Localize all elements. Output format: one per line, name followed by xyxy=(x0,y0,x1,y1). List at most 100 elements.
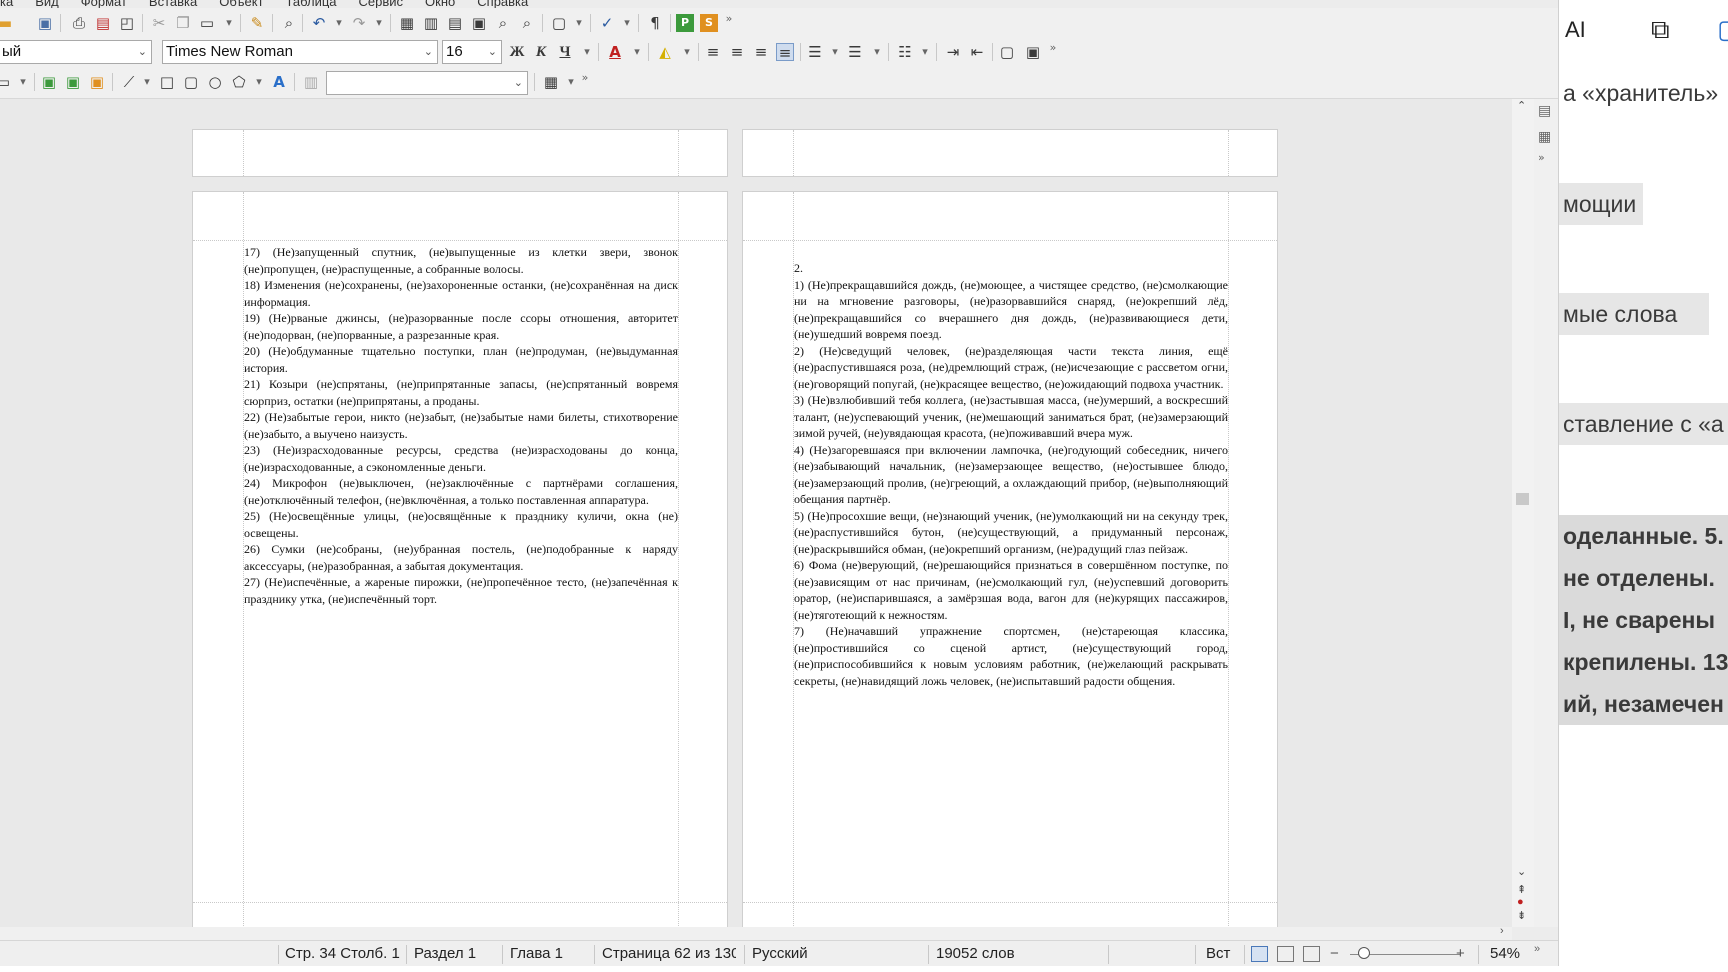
scroll-up-icon[interactable]: ⌃ xyxy=(1517,99,1526,112)
outline-list-icon[interactable]: ☷ xyxy=(896,43,914,61)
line-icon[interactable]: ⟋ xyxy=(120,73,138,91)
table-borders-icon[interactable]: ▦ xyxy=(542,73,560,91)
zoom-out-icon[interactable]: − xyxy=(1330,945,1339,962)
page-left-text[interactable]: 17) (Не)запущенный спутник, (не)выпущенн… xyxy=(244,244,678,607)
export-pdf-icon[interactable]: ▤ xyxy=(94,14,112,32)
formatting-marks-icon[interactable]: ¶ xyxy=(646,14,664,32)
spellcheck-dropdown-icon[interactable]: ▾ xyxy=(622,14,632,32)
numbered-list-icon[interactable]: ☰ xyxy=(846,43,864,61)
navigator-icon[interactable]: ⌕ xyxy=(494,14,512,32)
shapes-dropdown-icon[interactable]: ▾ xyxy=(254,73,264,91)
toolbar-overflow-icon[interactable]: » xyxy=(580,69,590,87)
open-folder-icon[interactable]: ▬ xyxy=(0,14,14,32)
extension-p-icon[interactable]: P xyxy=(676,14,694,32)
rounded-rectangle-icon[interactable]: ▢ xyxy=(182,73,200,91)
frame-green-icon[interactable]: ▣ xyxy=(40,73,58,91)
horizontal-scrollbar[interactable]: › xyxy=(0,925,1512,940)
font-color-button[interactable]: A xyxy=(606,43,624,61)
redo-dropdown-icon[interactable]: ▾ xyxy=(374,14,384,32)
outline-list-dropdown-icon[interactable]: ▾ xyxy=(920,43,930,61)
increase-indent-icon[interactable]: ⇥ xyxy=(944,43,962,61)
zoom-in-icon[interactable]: + xyxy=(1456,945,1465,962)
underline-button[interactable]: Ч xyxy=(556,43,574,61)
page-indicator[interactable]: Страница 62 из 130 xyxy=(602,945,736,962)
paste-dropdown-icon[interactable]: ▾ xyxy=(224,14,234,32)
page-left[interactable]: 17) (Не)запущенный спутник, (не)выпущенн… xyxy=(192,191,728,927)
print-icon[interactable]: ⎙ xyxy=(70,14,88,32)
document-workspace[interactable]: 17) (Не)запущенный спутник, (не)выпущенн… xyxy=(0,99,1512,927)
numbered-list-dropdown-icon[interactable]: ▾ xyxy=(872,43,882,61)
ellipse-icon[interactable]: ○ xyxy=(206,73,224,91)
cut-icon[interactable]: ✂ xyxy=(150,14,168,32)
save-icon[interactable]: ▣ xyxy=(36,14,54,32)
zoom-percentage[interactable]: 54% xyxy=(1490,945,1520,962)
paragraph-style-select[interactable]: ый ⌄ xyxy=(0,40,152,64)
ai-label[interactable]: AI xyxy=(1565,17,1586,43)
previous-page-icon[interactable]: ⇞ xyxy=(1517,883,1526,896)
insert-field-dropdown-icon[interactable]: ▾ xyxy=(574,14,584,32)
page-right[interactable]: 2. 1) (Не)прекращавшийся дождь, (не)моющ… xyxy=(742,191,1278,927)
toolbar-overflow-icon[interactable]: » xyxy=(1048,39,1058,57)
find-icon[interactable]: ⌕ xyxy=(280,14,298,32)
bullet-list-icon[interactable]: ☰ xyxy=(806,43,824,61)
scrollbar-thumb[interactable] xyxy=(1516,493,1529,505)
font-color-dropdown-icon[interactable]: ▾ xyxy=(632,43,642,61)
undo-dropdown-icon[interactable]: ▾ xyxy=(334,14,344,32)
language-indicator[interactable]: Русский xyxy=(752,945,808,962)
paragraph-format-icon[interactable]: ▣ xyxy=(1024,43,1042,61)
insert-image-icon[interactable]: ▥ xyxy=(422,14,440,32)
bold-button[interactable]: Ж xyxy=(508,43,526,61)
print-preview-icon[interactable]: ◰ xyxy=(118,14,136,32)
clone-formatting-icon[interactable]: ✎ xyxy=(248,14,266,32)
highlight-color-icon[interactable]: ◭ xyxy=(656,43,674,61)
zoom-slider-handle[interactable] xyxy=(1358,947,1370,959)
navigate-by-icon[interactable]: ● xyxy=(1517,896,1524,908)
extension-s-icon[interactable]: S xyxy=(700,14,718,32)
copy-icon[interactable]: ❐ xyxy=(174,14,192,32)
bullet-list-dropdown-icon[interactable]: ▾ xyxy=(830,43,840,61)
highlight-dropdown-icon[interactable]: ▾ xyxy=(682,43,692,61)
zoom-icon[interactable]: ⌕ xyxy=(518,14,536,32)
single-page-view-icon[interactable] xyxy=(1251,946,1268,962)
underline-dropdown-icon[interactable]: ▾ xyxy=(582,43,592,61)
fontwork-icon[interactable]: A xyxy=(270,73,288,91)
page-right-text[interactable]: 2. 1) (Не)прекращавшийся дождь, (не)моющ… xyxy=(794,260,1228,689)
table-borders-dropdown-icon[interactable]: ▾ xyxy=(566,73,576,91)
italic-button[interactable]: К xyxy=(532,43,550,61)
shapes-icon[interactable]: ⬠ xyxy=(230,73,248,91)
spellcheck-icon[interactable]: ✓ xyxy=(598,14,616,32)
object-name-select[interactable]: ⌄ xyxy=(326,71,528,95)
app-icon[interactable]: ▢ xyxy=(1717,15,1728,45)
vertical-scrollbar[interactable]: ⌃ ⌄ ⇞ ● ⇟ xyxy=(1512,99,1534,927)
undo-icon[interactable]: ↶ xyxy=(310,14,328,32)
chat-translate-icon[interactable]: ⧉ xyxy=(1651,15,1670,46)
decrease-indent-icon[interactable]: ⇤ xyxy=(968,43,986,61)
redo-icon[interactable]: ↷ xyxy=(350,14,368,32)
font-size-select[interactable]: 16 ⌄ xyxy=(442,40,502,64)
scroll-right-icon[interactable]: › xyxy=(1500,925,1504,937)
insert-textbox-icon[interactable]: ▣ xyxy=(470,14,488,32)
paste-icon[interactable]: ▭ xyxy=(198,14,216,32)
multi-page-view-icon[interactable] xyxy=(1277,946,1294,962)
justify-icon[interactable]: ≡ xyxy=(776,43,794,62)
insert-chart-icon[interactable]: ▤ xyxy=(446,14,464,32)
rectangle-icon[interactable]: □ xyxy=(158,73,176,91)
insert-table-icon[interactable]: ▦ xyxy=(398,14,416,32)
frame-orange-icon[interactable]: ▣ xyxy=(88,73,106,91)
styles-icon[interactable]: ▦ xyxy=(1538,129,1551,145)
book-view-icon[interactable] xyxy=(1303,946,1320,962)
align-right-icon[interactable]: ≡ xyxy=(752,43,770,61)
frame-chart-icon[interactable]: ▣ xyxy=(64,73,82,91)
scroll-down-icon[interactable]: ⌄ xyxy=(1517,865,1526,878)
toolbar-overflow-icon[interactable]: » xyxy=(724,10,734,28)
insert-field-icon[interactable]: ▢ xyxy=(550,14,568,32)
toggle-extrusion-icon[interactable]: ▥ xyxy=(302,73,320,91)
font-name-select[interactable]: Times New Roman ⌄ xyxy=(162,40,438,64)
insert-object-dropdown-icon[interactable]: ▾ xyxy=(18,73,28,91)
word-count[interactable]: 19052 слов xyxy=(936,945,1015,962)
character-format-icon[interactable]: ▢ xyxy=(998,43,1016,61)
line-dropdown-icon[interactable]: ▾ xyxy=(142,73,152,91)
statusbar-overflow-icon[interactable]: » xyxy=(1534,943,1540,955)
insert-mode[interactable]: Вст xyxy=(1206,945,1230,962)
cursor-position[interactable]: Стр. 34 Столб. 1 xyxy=(285,945,400,962)
